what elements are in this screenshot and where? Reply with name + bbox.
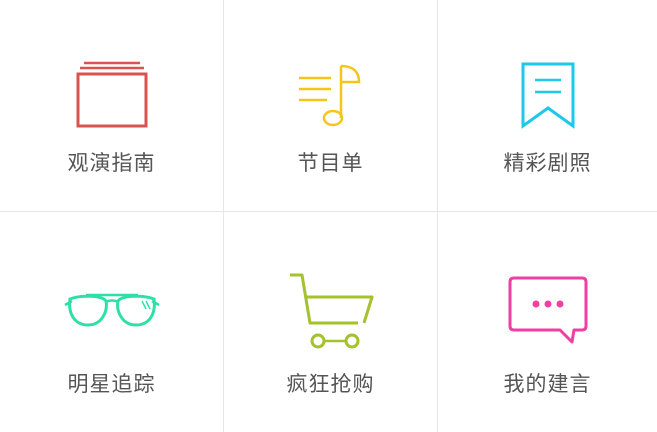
- menu-item-label: 我的建言: [503, 372, 592, 396]
- menu-item-label: 疯狂抢购: [286, 372, 375, 396]
- menu-item-star-tracking[interactable]: 明星追踪: [0, 212, 224, 432]
- menu-item-label: 节目单: [297, 151, 364, 175]
- menu-item-my-suggestions[interactable]: 我的建言: [438, 212, 657, 432]
- menu-item-label: 精彩剧照: [503, 151, 592, 175]
- menu-item-label: 明星追踪: [67, 372, 156, 396]
- menu-item-stage-photos[interactable]: 精彩剧照: [438, 0, 657, 212]
- menu-grid: 观演指南 节目单 精彩剧照 明星追踪 疯狂抢购 我的建言: [0, 0, 657, 432]
- ticket-stack-icon: [72, 55, 152, 135]
- menu-item-label: 观演指南: [67, 151, 156, 175]
- chat-bubble-icon: [506, 262, 590, 360]
- sunglasses-icon: [62, 262, 162, 360]
- shopping-cart-icon: [288, 262, 374, 360]
- menu-item-viewing-guide[interactable]: 观演指南: [0, 0, 224, 212]
- menu-item-program-list[interactable]: 节目单: [224, 0, 438, 212]
- menu-item-flash-sale[interactable]: 疯狂抢购: [224, 212, 438, 432]
- music-note-list-icon: [295, 55, 367, 135]
- bookmark-icon: [518, 55, 578, 135]
